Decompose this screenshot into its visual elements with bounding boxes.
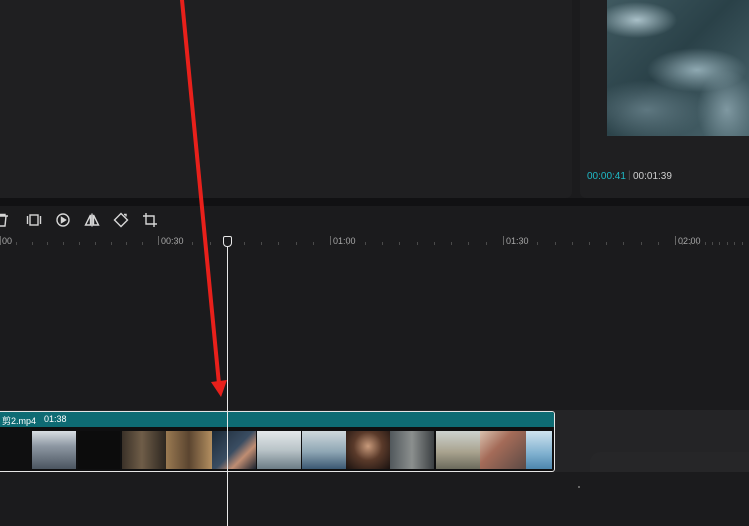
ruler-minor-tick <box>451 242 452 245</box>
ruler-minor-tick <box>111 242 112 245</box>
ruler-minor-tick <box>682 242 683 245</box>
ruler-minor-tick <box>382 242 383 245</box>
ruler-minor-tick <box>47 242 48 245</box>
timeline-bottom-area <box>0 472 749 526</box>
freeze-frame-icon[interactable] <box>26 212 42 228</box>
clip-thumbnail <box>526 431 552 469</box>
ruler-minor-tick <box>210 242 211 245</box>
ruler-tick <box>0 236 1 245</box>
playhead-line[interactable] <box>227 244 228 526</box>
clip-header: 剪2.mp4 01:38 <box>0 412 554 427</box>
ruler-tick <box>158 236 159 245</box>
clip-thumbnail <box>436 431 480 469</box>
clip-thumbnail <box>390 431 434 469</box>
ruler-minor-tick <box>63 242 64 245</box>
ruler-minor-tick <box>537 242 538 245</box>
ruler-minor-tick <box>486 242 487 245</box>
total-time: 00:01:39 <box>633 171 672 182</box>
clip-name: 剪2.mp4 <box>2 416 37 426</box>
ruler-minor-tick <box>417 242 418 245</box>
ruler-minor-tick <box>192 242 193 245</box>
ruler-minor-tick <box>95 242 96 245</box>
clip-duration: 01:38 <box>44 414 67 424</box>
panel-divider[interactable] <box>0 198 749 206</box>
ruler-minor-tick <box>313 242 314 245</box>
current-time: 00:00:41 <box>587 171 626 182</box>
ruler-minor-tick <box>347 242 348 245</box>
ruler-minor-tick <box>705 242 706 245</box>
clip-thumbnail <box>257 431 301 469</box>
ruler-minor-tick <box>555 242 556 245</box>
ruler-minor-tick <box>16 242 17 245</box>
ruler-minor-tick <box>606 242 607 245</box>
mirror-icon[interactable] <box>84 212 100 228</box>
clip-thumbnail <box>78 431 120 469</box>
preview-video-frame[interactable] <box>607 0 749 136</box>
ruler-tick <box>503 236 504 245</box>
ruler-minor-tick <box>261 242 262 245</box>
ruler-minor-tick <box>278 242 279 245</box>
clip-thumbnail <box>346 431 390 469</box>
ruler-label-0: 00 <box>2 236 13 246</box>
ruler-minor-tick <box>468 242 469 245</box>
clip-thumbnail <box>166 431 212 469</box>
play-reverse-icon[interactable] <box>55 212 71 228</box>
ruler-minor-tick <box>734 242 735 245</box>
clip-thumbnail <box>32 431 76 469</box>
clip-thumbnail <box>480 431 526 469</box>
timeline-ruler[interactable] <box>0 234 749 250</box>
marker-dot <box>578 486 580 488</box>
delete-icon[interactable] <box>0 212 10 228</box>
ruler-minor-tick <box>520 242 521 245</box>
ruler-minor-tick <box>697 242 698 245</box>
ruler-minor-tick <box>434 242 435 245</box>
playhead-handle[interactable] <box>223 236 232 247</box>
ruler-minor-tick <box>641 242 642 245</box>
ruler-minor-tick <box>79 242 80 245</box>
ruler-minor-tick <box>399 242 400 245</box>
ruler-minor-tick <box>296 242 297 245</box>
ruler-minor-tick <box>175 242 176 245</box>
arrow-head <box>211 380 227 397</box>
ruler-label-3: 01:30 <box>506 236 529 246</box>
clip-thumbnail <box>212 431 256 469</box>
clip-thumbnail <box>122 431 166 469</box>
ruler-minor-tick <box>658 242 659 245</box>
ruler-tick <box>675 236 676 245</box>
ruler-minor-tick <box>32 242 33 245</box>
ruler-minor-tick <box>126 242 127 245</box>
ruler-label-1: 00:30 <box>161 236 184 246</box>
ruler-minor-tick <box>690 242 691 245</box>
media-panel <box>0 0 572 198</box>
rotate-icon[interactable] <box>113 212 129 228</box>
ruler-minor-tick <box>244 242 245 245</box>
crop-icon[interactable] <box>142 212 158 228</box>
ruler-minor-tick <box>742 242 743 245</box>
ruler-minor-tick <box>719 242 720 245</box>
ruler-minor-tick <box>572 242 573 245</box>
ruler-tick <box>330 236 331 245</box>
ruler-minor-tick <box>727 242 728 245</box>
ruler-minor-tick <box>142 242 143 245</box>
ruler-minor-tick <box>712 242 713 245</box>
ruler-minor-tick <box>623 242 624 245</box>
clip-thumbnail <box>302 431 346 469</box>
time-separator: | <box>628 170 631 181</box>
ruler-minor-tick <box>365 242 366 245</box>
ruler-minor-tick <box>589 242 590 245</box>
ruler-label-2: 01:00 <box>333 236 356 246</box>
